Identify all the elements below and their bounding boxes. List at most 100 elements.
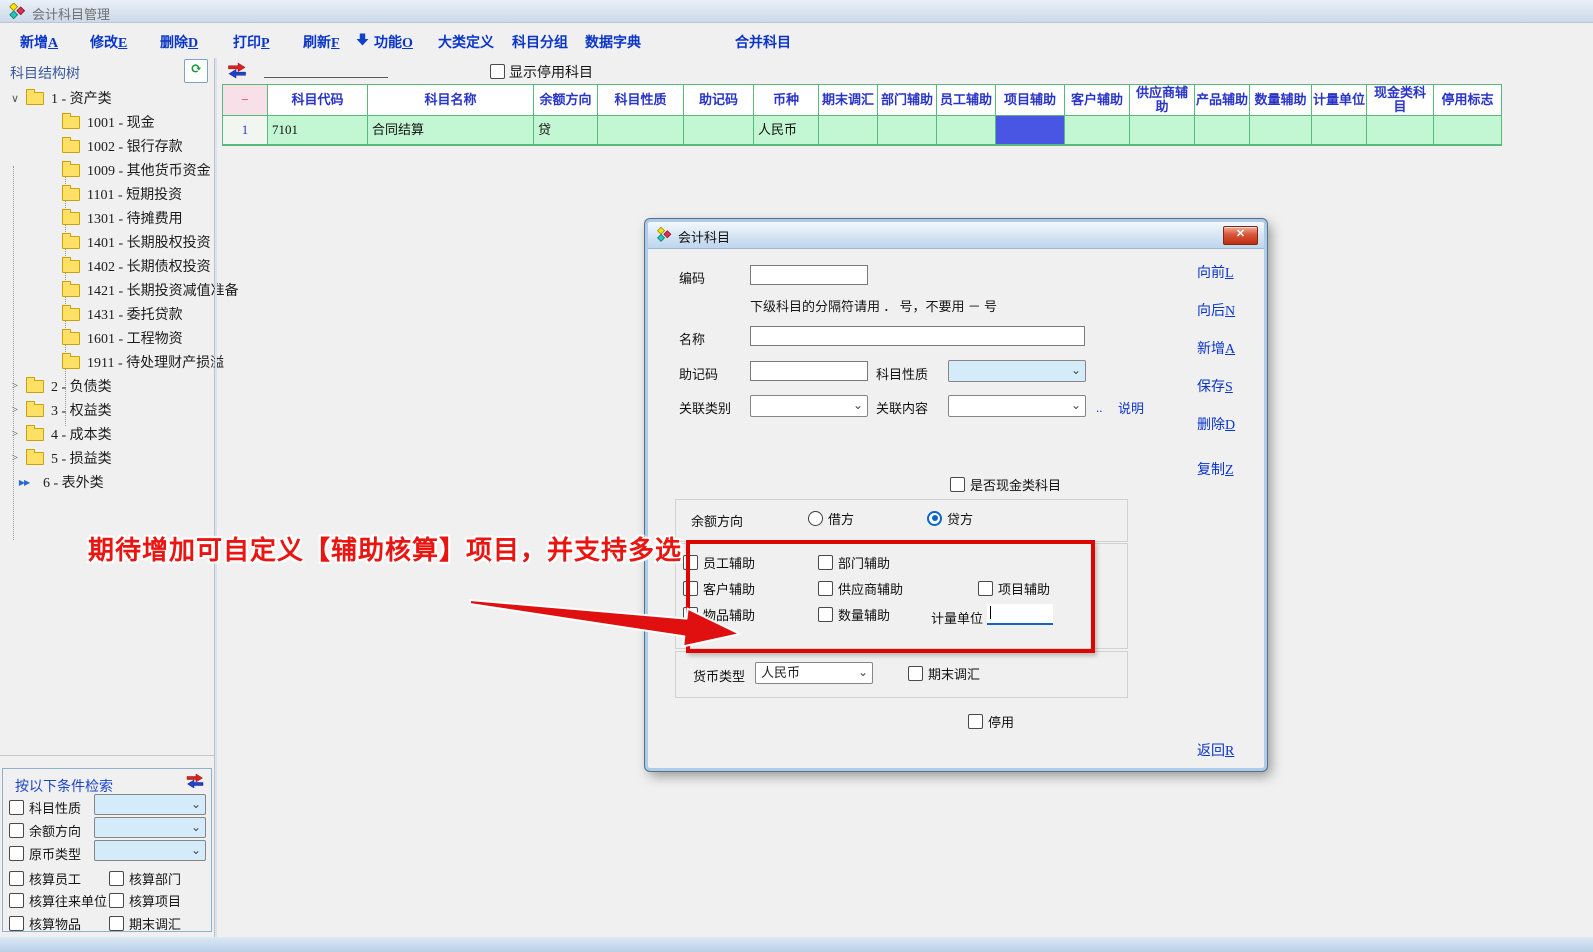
cell-supp-aux[interactable] — [1129, 115, 1194, 144]
column-header-name[interactable]: 科目名称 — [367, 85, 533, 115]
debit-radio[interactable] — [808, 511, 823, 526]
more-button[interactable]: .. — [1096, 400, 1103, 416]
toolbar-edit-button[interactable]: 修改E — [90, 32, 127, 52]
currency-filter-dropdown[interactable]: ⌄ — [94, 840, 206, 861]
name-input[interactable] — [750, 326, 1085, 346]
return-button[interactable]: 返回R — [1197, 740, 1234, 760]
tree-item-pending-loss[interactable]: 1911 - 待处理财产损溢 — [0, 350, 250, 374]
toolbar-delete-button[interactable]: 删除D — [160, 32, 198, 52]
column-header-dept-aux[interactable]: 部门辅助 — [877, 85, 936, 115]
column-header-qty-aux[interactable]: 数量辅助 — [1249, 85, 1311, 115]
tree-item-other-funds[interactable]: 1009 - 其他货币资金 — [0, 158, 250, 182]
save-button[interactable]: 保存S — [1197, 376, 1233, 396]
prev-button[interactable]: 向前L — [1197, 262, 1234, 282]
cell-currency[interactable]: 人民币 — [753, 115, 818, 144]
cell-mnemonic[interactable] — [683, 115, 753, 144]
balance-filter-checkbox[interactable] — [9, 823, 24, 838]
toolbar-add-button[interactable]: 新增A — [20, 32, 58, 52]
tree-item-liabilities[interactable]: >2 - 负债类 — [0, 374, 214, 398]
tree-item-short-invest[interactable]: 1101 - 短期投资 — [0, 182, 250, 206]
tree-item-project-materials[interactable]: 1601 - 工程物资 — [0, 326, 250, 350]
next-button[interactable]: 向后N — [1197, 300, 1235, 320]
column-header-cust-aux[interactable]: 客户辅助 — [1064, 85, 1129, 115]
cell-balance[interactable]: 贷 — [533, 115, 597, 144]
tree-item-profit-loss[interactable]: >5 - 损益类 — [0, 446, 214, 470]
acct-counterparty-checkbox[interactable] — [9, 893, 24, 908]
column-header-cash-type[interactable]: 现金类科目 — [1366, 85, 1433, 115]
column-header-emp-aux[interactable]: 员工辅助 — [936, 85, 995, 115]
toolbar-refresh-button[interactable]: 刷新F — [303, 32, 340, 52]
currency-dropdown[interactable]: 人民币⌄ — [755, 662, 873, 684]
fx-adjust-checkbox[interactable] — [109, 916, 124, 931]
show-disabled-checkbox[interactable] — [490, 64, 505, 79]
column-header-proj-aux[interactable]: 项目辅助 — [995, 85, 1064, 115]
copy-button[interactable]: 复制Z — [1197, 459, 1234, 479]
cell-nature[interactable] — [597, 115, 683, 144]
cell-prod-aux[interactable] — [1194, 115, 1249, 144]
cell-cust-aux[interactable] — [1064, 115, 1129, 144]
column-header-prod-aux[interactable]: 产品辅助 — [1194, 85, 1249, 115]
toolbar-print-button[interactable]: 打印P — [233, 32, 270, 52]
tree-item-cash[interactable]: 1001 - 现金 — [0, 110, 250, 134]
delete-button[interactable]: 删除D — [1197, 414, 1235, 434]
nature-filter-dropdown[interactable]: ⌄ — [94, 794, 206, 815]
note-link[interactable]: 说明 — [1118, 398, 1144, 417]
toolbar-data-dictionary-button[interactable]: 数据字典 — [585, 32, 641, 52]
fx-adjust-checkbox[interactable] — [908, 666, 923, 681]
relate-type-dropdown[interactable]: ⌄ — [750, 395, 868, 417]
nature-dropdown[interactable]: ⌄ — [948, 360, 1086, 382]
cash-type-checkbox[interactable] — [950, 477, 965, 492]
tree-item-cost[interactable]: >4 - 成本类 — [0, 422, 214, 446]
swap-columns-icon[interactable] — [226, 62, 248, 84]
toolbar-category-define-button[interactable]: 大类定义 — [438, 32, 494, 52]
panel-splitter[interactable] — [215, 58, 217, 937]
column-header-select[interactable]: − — [223, 85, 267, 115]
column-header-mnemonic[interactable]: 助记码 — [683, 85, 753, 115]
cell-name[interactable]: 合同结算 — [367, 115, 533, 144]
tree-item-entrusted-loan[interactable]: 1431 - 委托贷款 — [0, 302, 250, 326]
swap-columns-icon[interactable] — [185, 773, 205, 794]
table-row[interactable]: 1 7101 合同结算 贷 人民币 — [223, 115, 1501, 144]
toolbar-subject-group-button[interactable]: 科目分组 — [512, 32, 568, 52]
tree-collapsed-icon[interactable]: > — [8, 380, 22, 392]
column-header-fx-adjust[interactable]: 期末调汇 — [818, 85, 877, 115]
nature-filter-checkbox[interactable] — [9, 800, 24, 815]
cell-unit[interactable] — [1311, 115, 1366, 144]
tree-item-prepaid[interactable]: 1301 - 待摊费用 — [0, 206, 250, 230]
close-button[interactable]: ✕ — [1223, 226, 1258, 245]
cell-code[interactable]: 7101 — [267, 115, 367, 144]
column-header-supp-aux[interactable]: 供应商辅助 — [1129, 85, 1194, 115]
cell-cash-type[interactable] — [1366, 115, 1433, 144]
cell-emp-aux[interactable] — [936, 115, 995, 144]
column-header-unit[interactable]: 计量单位 — [1311, 85, 1366, 115]
acct-department-checkbox[interactable] — [109, 871, 124, 886]
disable-checkbox[interactable] — [968, 714, 983, 729]
column-header-code[interactable]: 科目代码 — [267, 85, 367, 115]
relate-content-dropdown[interactable]: ⌄ — [948, 395, 1086, 417]
column-header-currency[interactable]: 币种 — [753, 85, 818, 115]
tree-item-bank[interactable]: 1002 - 银行存款 — [0, 134, 250, 158]
currency-filter-checkbox[interactable] — [9, 846, 24, 861]
refresh-tree-button[interactable]: ⟳ — [184, 59, 208, 83]
tree-collapsed-icon[interactable]: > — [8, 428, 22, 440]
acct-item-checkbox[interactable] — [9, 916, 24, 931]
mnemonic-input[interactable] — [750, 361, 868, 381]
row-number-cell[interactable]: 1 — [223, 115, 267, 144]
acct-employee-checkbox[interactable] — [9, 871, 24, 886]
tree-item-equity[interactable]: >3 - 权益类 — [0, 398, 214, 422]
add-button[interactable]: 新增A — [1197, 338, 1235, 358]
cell-proj-aux-selected[interactable] — [995, 115, 1064, 144]
column-header-nature[interactable]: 科目性质 — [597, 85, 683, 115]
column-header-balance[interactable]: 余额方向 — [533, 85, 597, 115]
credit-radio[interactable] — [927, 511, 942, 526]
quick-search-input[interactable] — [264, 60, 388, 78]
tree-item-equity-invest[interactable]: 1401 - 长期股权投资 — [0, 230, 250, 254]
cell-qty-aux[interactable] — [1249, 115, 1311, 144]
tree-item-assets[interactable]: ∨ 1 - 资产类 — [0, 86, 214, 110]
tree-item-off-balance[interactable]: ▶▶6 - 表外类 — [0, 470, 214, 494]
code-input[interactable] — [750, 265, 868, 285]
toolbar-function-button[interactable]: 功能O — [374, 32, 413, 52]
tree-item-debt-invest[interactable]: 1402 - 长期债权投资 — [0, 254, 250, 278]
tree-collapsed-icon[interactable]: > — [8, 404, 22, 416]
cell-disabled[interactable] — [1433, 115, 1501, 144]
